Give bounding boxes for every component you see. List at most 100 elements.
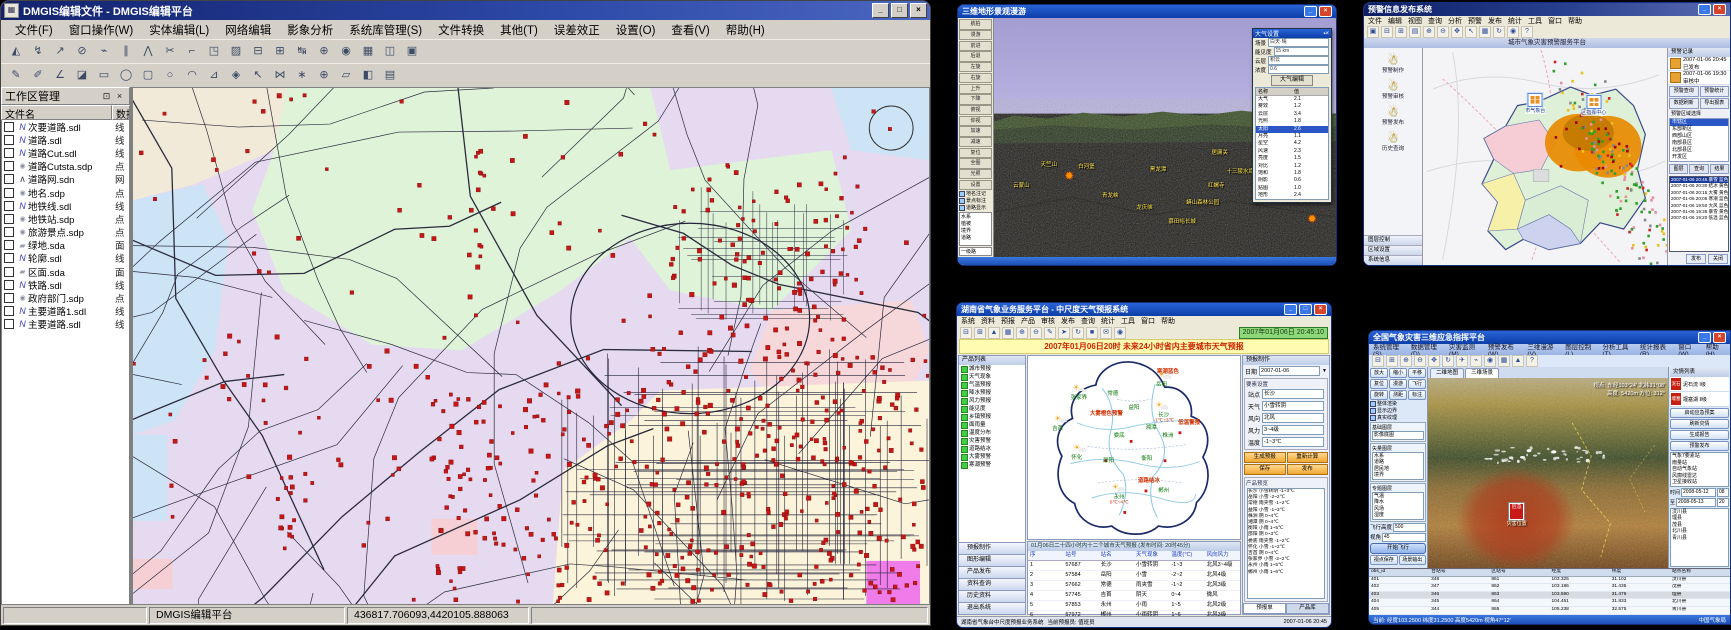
toolbar-icon[interactable]: ▨ — [226, 42, 246, 61]
column-header[interactable]: 天气现象 — [1134, 551, 1169, 560]
zoom-in-icon[interactable]: ⊕ — [1423, 26, 1435, 38]
file-row[interactable]: N 主要道路.sdl 线 — [2, 318, 129, 331]
toolbar-icon[interactable]: ▦ — [358, 42, 378, 61]
toolbar-icon[interactable]: ◫ — [380, 42, 400, 61]
menu-item[interactable]: 设置(O) — [608, 20, 664, 40]
toolbar-icon[interactable]: ◯ — [116, 66, 136, 85]
disaster-record[interactable]: 堰塞 堰塞湖 Ⅱ级 — [1670, 392, 1729, 407]
file-checkbox[interactable] — [4, 267, 14, 277]
column-header-filename[interactable]: 文件名 — [1, 105, 112, 120]
zoom-out-icon[interactable]: ⊖ — [1414, 355, 1426, 367]
table-row[interactable]: 401348 861103.325 31.102汶川县 — [1369, 577, 1730, 585]
parameter-row[interactable]: 风速2.3 — [1256, 148, 1328, 155]
dialog-close-icon[interactable]: × — [1325, 31, 1329, 37]
map-canvas[interactable] — [132, 87, 930, 605]
field-input[interactable]: 0.6 — [1268, 65, 1329, 74]
action-button[interactable]: 保存 — [1244, 464, 1286, 475]
roam-button[interactable]: 航拍 — [959, 19, 992, 29]
roam-button[interactable]: 复位 — [959, 148, 992, 158]
command-button[interactable]: 刷新灾情 — [1670, 419, 1729, 429]
file-checkbox[interactable] — [4, 174, 14, 184]
area-item[interactable]: 开发区 — [1670, 154, 1728, 161]
column-header[interactable]: 站点名称 — [1670, 569, 1730, 576]
toolbar-icon[interactable]: ◭ — [6, 42, 26, 61]
toolbar-icon[interactable]: ✎ — [6, 66, 26, 85]
toolbar-icon[interactable]: ⊞ — [270, 42, 290, 61]
file-checkbox[interactable] — [4, 306, 14, 316]
minimize-button[interactable]: _ — [872, 3, 889, 18]
refresh-icon[interactable]: ↻ — [1072, 327, 1084, 339]
table-row[interactable]: 157687 长沙小雪转阴 -1~3北风3~4级 — [1028, 561, 1240, 571]
tree-item[interactable]: 灾害预警 — [959, 437, 1025, 445]
new-icon[interactable]: ▣ — [1367, 26, 1379, 38]
view-angle-input[interactable]: 45 — [1382, 533, 1426, 542]
file-checkbox[interactable] — [4, 135, 14, 145]
log-row[interactable]: 2007-01-06 20:30 结冰 黄色 — [1670, 183, 1728, 189]
roam-button[interactable]: 上升 — [959, 84, 992, 94]
zoom-in-icon[interactable]: ⊕ — [1400, 355, 1412, 367]
open-icon[interactable]: ⊟ — [1372, 355, 1384, 367]
open-icon[interactable]: ⊟ — [960, 327, 972, 339]
footer-button[interactable]: 关闭 — [1708, 254, 1728, 264]
area-item[interactable]: 市辖区 — [1670, 119, 1728, 126]
column-header[interactable]: 序 — [1028, 551, 1063, 560]
close-button[interactable]: × — [910, 3, 927, 18]
nav-button[interactable]: 放大 — [1370, 368, 1388, 378]
tree-item[interactable]: 降水预报 — [959, 389, 1025, 397]
tree-item[interactable]: 气温预报 — [959, 381, 1025, 389]
help-icon[interactable]: ? — [1526, 355, 1538, 367]
layer-checkbox[interactable]: 地名注记 — [959, 190, 992, 197]
city-marker[interactable]: ☀☁ 长沙 -1℃~3℃ — [1153, 402, 1174, 423]
file-row[interactable]: ◉ 旅游景点.sdp 点 — [2, 226, 129, 239]
table-row[interactable]: 403346 863103.590 31.476理县 — [1369, 592, 1730, 600]
toolbar-icon[interactable]: ◪ — [72, 66, 92, 85]
menu-item[interactable]: 视图 — [1408, 16, 1422, 26]
hour-input[interactable]: 08 — [1717, 488, 1729, 497]
layer-item[interactable]: 影像底图 — [1373, 432, 1423, 439]
maximize-button[interactable]: □ — [1299, 304, 1312, 315]
toolbar-icon[interactable]: ○ — [160, 66, 180, 85]
date-dropdown[interactable]: 2007-01-06 — [1259, 366, 1320, 376]
nav-button[interactable]: 标注 — [1408, 390, 1426, 400]
menu-item[interactable]: 预报 — [1001, 316, 1015, 326]
area-item[interactable]: 北部县区 — [1670, 147, 1728, 154]
menu-item[interactable]: 查询 — [1081, 316, 1095, 326]
log-row[interactable]: 2007-01-06 19:20 低温 蓝色 — [1670, 215, 1728, 221]
toolbar-icon[interactable]: ▱ — [336, 66, 356, 85]
panel-button[interactable]: 数据刷新 — [1669, 98, 1699, 109]
file-row[interactable]: N 道路Cut.sdl 线 — [2, 146, 129, 159]
product-preview-list[interactable]: 长沙 小雪转阴 -1~3℃岳阳 小雪 -2~2℃常德 雨夹雪 -1~2℃益阳 小… — [1247, 488, 1325, 599]
parameter-row[interactable]: 亮度1.5 — [1256, 155, 1328, 162]
table-row[interactable]: 257584 岳阳小雪 -2~2北风4级 — [1028, 571, 1240, 581]
toolbar-icon[interactable]: ⋀ — [138, 42, 158, 61]
area-item[interactable]: 南部县区 — [1670, 140, 1728, 147]
table-row[interactable]: 557853 永州小雨 1~5北风2级 — [1028, 601, 1240, 611]
city-marker[interactable]: ☀☁ 娄底 — [1114, 431, 1125, 439]
fly-height-input[interactable]: 500 — [1393, 523, 1426, 532]
module-bar[interactable]: 资料查询 — [959, 578, 1025, 590]
menu-item[interactable]: 帮助(H) — [718, 20, 773, 40]
disaster-record[interactable]: 泥石 泥石流 Ⅰ级 — [1670, 377, 1729, 392]
field-input[interactable]: 积云 — [1268, 56, 1329, 65]
roam-button[interactable]: 设置 — [959, 180, 992, 190]
file-row[interactable]: N 轮廓.sdl 线 — [2, 252, 129, 265]
menu-item[interactable]: 工具 — [1121, 316, 1135, 326]
toolbar-icon[interactable]: ↯ — [28, 42, 48, 61]
station-building-icon[interactable]: 区指挥中心 — [1586, 95, 1601, 109]
layer-checkbox[interactable]: 道路显示 — [959, 204, 992, 211]
hour-input[interactable]: 20 — [1717, 498, 1729, 507]
taskbar[interactable] — [958, 257, 1336, 265]
panel-tab[interactable]: 结果 — [1710, 164, 1729, 174]
dialog-titlebar[interactable]: 大气设置 ▪ × — [1253, 29, 1331, 38]
field-dropdown[interactable]: 3~4级 — [1262, 425, 1324, 435]
layer-list-1[interactable]: 水系植被境界道路 — [959, 212, 992, 246]
footer-button[interactable]: 发布 — [1686, 254, 1706, 264]
field-dropdown[interactable]: 小雪转阴 — [1262, 401, 1324, 411]
toolbar-icon[interactable]: ⌁ — [94, 42, 114, 61]
save-icon[interactable]: ⊞ — [1386, 355, 1398, 367]
menu-item[interactable]: 窗口 — [1141, 316, 1155, 326]
module-bar[interactable]: 图形编辑 — [959, 554, 1025, 566]
titlebar[interactable]: 三维地形景观漫游 _ × — [958, 5, 1336, 18]
toolbar-icon[interactable]: ∥ — [116, 42, 136, 61]
column-header[interactable]: 站名 — [1099, 551, 1134, 560]
